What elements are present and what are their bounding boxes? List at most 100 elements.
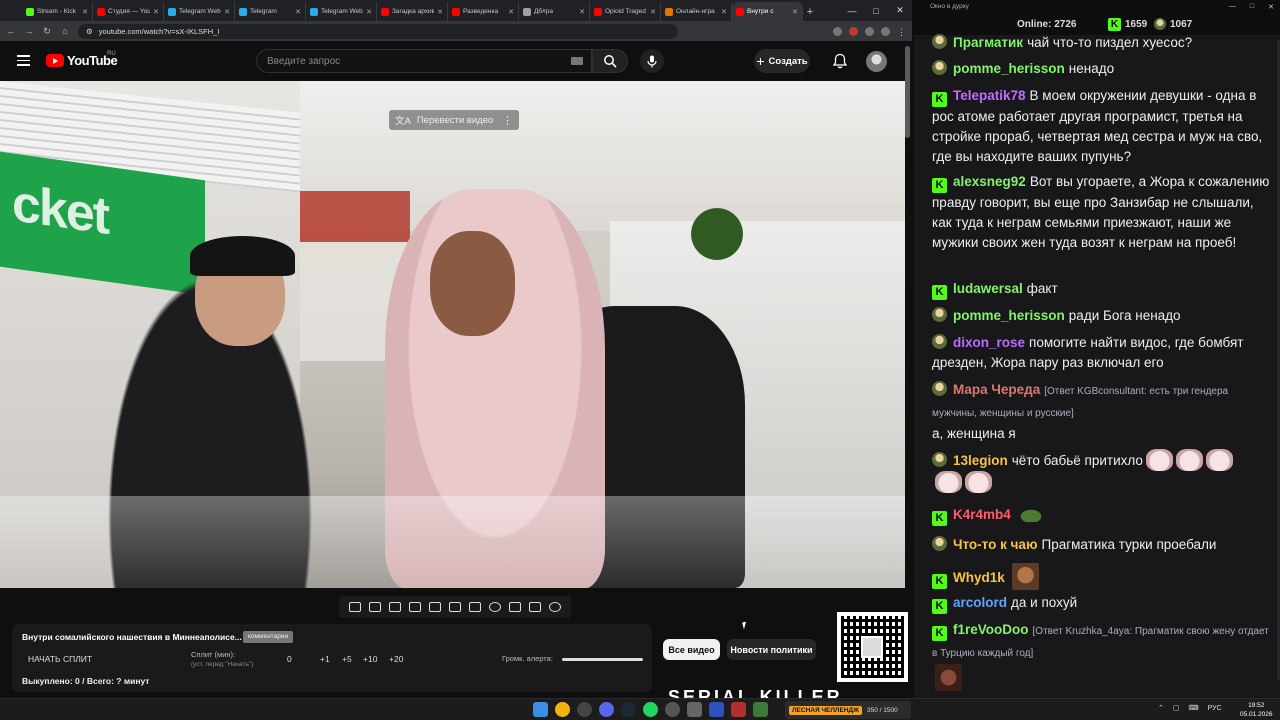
browser-tab[interactable]: Stream - Kick ✕: [22, 2, 93, 21]
steam-icon[interactable]: [621, 702, 636, 717]
video-player[interactable]: cket: [0, 81, 905, 588]
close-tab-icon[interactable]: ✕: [792, 8, 798, 16]
menu-icon[interactable]: [17, 55, 30, 66]
camera-icon[interactable]: [529, 602, 541, 612]
start-split-button[interactable]: НАЧАТЬ СПЛИТ: [28, 654, 92, 664]
film-icon[interactable]: [409, 602, 421, 612]
window-icon[interactable]: [449, 602, 461, 612]
add-1-button[interactable]: +1: [320, 654, 330, 664]
app-icon[interactable]: [753, 702, 768, 717]
forward-icon[interactable]: →: [24, 26, 34, 36]
chrome-icon[interactable]: [555, 702, 570, 717]
app-icon[interactable]: [709, 702, 724, 717]
chat-username[interactable]: Прагматик: [953, 35, 1023, 50]
keyboard-icon[interactable]: [571, 57, 583, 65]
add-20-button[interactable]: +20: [389, 654, 403, 664]
chat-username[interactable]: dixon_rose: [953, 335, 1025, 350]
browser-tab[interactable]: Telegram Web ✕: [306, 2, 377, 21]
pip-icon[interactable]: [429, 602, 441, 612]
chip-all-videos[interactable]: Все видео: [663, 639, 720, 660]
close-window-button[interactable]: ✕: [1268, 3, 1274, 11]
taskbar-stream-widget[interactable]: ЛЕСНАЯ ЧЕЛЛЕНДЖ 350 / 1500: [785, 701, 911, 719]
close-tab-icon[interactable]: ✕: [224, 8, 230, 16]
browser-tab[interactable]: Opioid Traged ✕: [590, 2, 661, 21]
chat-username[interactable]: Что-то к чаю: [953, 537, 1037, 552]
browser-tab[interactable]: Разведенка ✕: [448, 2, 519, 21]
browser-tab[interactable]: Внутри с ✕: [732, 2, 803, 21]
chat-username[interactable]: ludawersal: [953, 281, 1023, 296]
app-icon[interactable]: [687, 702, 702, 717]
url-bar[interactable]: ⚙ youtube.com/watch?v=sX-IKLSFH_I: [78, 23, 678, 39]
bell-icon[interactable]: [832, 53, 848, 69]
chat-username[interactable]: alexsneg92: [953, 174, 1026, 189]
broadcast-icon[interactable]: [369, 602, 381, 612]
chat-username[interactable]: K4r4mb4: [953, 507, 1011, 522]
chat-username[interactable]: 13legion: [953, 453, 1008, 468]
loop-icon[interactable]: [349, 602, 361, 612]
close-tab-icon[interactable]: ✕: [437, 8, 443, 16]
speed-icon[interactable]: [489, 602, 501, 612]
language-indicator[interactable]: РУС: [1208, 705, 1222, 712]
windows-start-icon[interactable]: [533, 702, 548, 717]
add-clip-icon[interactable]: [509, 602, 521, 612]
reload-icon[interactable]: ↻: [42, 26, 52, 37]
tray-icon[interactable]: ▢: [1173, 704, 1180, 712]
close-tab-icon[interactable]: ✕: [366, 8, 372, 16]
search-input[interactable]: Введите запрос: [256, 49, 592, 73]
browser-tab[interactable]: Студия — YouTube✕: [93, 2, 164, 21]
minimize-button[interactable]: —: [1229, 3, 1236, 11]
close-tab-icon[interactable]: ✕: [579, 8, 585, 16]
chevron-up-icon[interactable]: ⌃: [1158, 704, 1164, 712]
chat-username[interactable]: pomme_herisson: [953, 61, 1065, 76]
close-tab-icon[interactable]: ✕: [153, 8, 159, 16]
close-tab-icon[interactable]: ✕: [508, 8, 514, 16]
chat-username[interactable]: Мара Череда: [953, 382, 1040, 397]
puzzle-icon[interactable]: [865, 26, 874, 36]
chat-username[interactable]: arcolord: [953, 595, 1007, 610]
add-5-button[interactable]: +5: [342, 654, 352, 664]
clock[interactable]: 19:52 05.01.2026: [1240, 701, 1273, 719]
chat-username[interactable]: Whyd1k: [953, 570, 1005, 585]
chat-username[interactable]: f1reVooDoo: [953, 622, 1029, 637]
menu-icon[interactable]: ⋮: [897, 27, 906, 37]
avatar[interactable]: [866, 51, 887, 72]
recommendation-banner[interactable]: SERIAL KILLER: [668, 684, 904, 698]
page-scrollbar[interactable]: [905, 46, 910, 138]
more-options-icon[interactable]: ⋮: [502, 114, 513, 127]
browser-tab[interactable]: Загадка архива ✕: [377, 2, 448, 21]
maximize-button[interactable]: □: [864, 0, 888, 21]
app-icon[interactable]: [731, 702, 746, 717]
close-window-button[interactable]: ✕: [888, 0, 912, 21]
obs-icon[interactable]: [577, 702, 592, 717]
screenshot-icon[interactable]: [389, 602, 401, 612]
spotify-icon[interactable]: [643, 702, 658, 717]
browser-tab[interactable]: Telegram ✕: [235, 2, 306, 21]
discord-icon[interactable]: [599, 702, 614, 717]
add-10-button[interactable]: +10: [363, 654, 377, 664]
frames-icon[interactable]: [469, 602, 481, 612]
alert-volume-slider[interactable]: [562, 658, 643, 661]
translate-video-button[interactable]: 文A Перевести видео ⋮: [389, 110, 519, 130]
comments-tag[interactable]: комментарии: [243, 631, 294, 643]
maximize-button[interactable]: □: [1250, 3, 1254, 11]
new-tab-button[interactable]: +: [803, 2, 817, 21]
gear-icon[interactable]: [549, 602, 561, 612]
chat-username[interactable]: Telepatik78: [953, 88, 1026, 103]
app-icon[interactable]: [665, 702, 680, 717]
close-tab-icon[interactable]: ✕: [721, 8, 727, 16]
search-button[interactable]: [592, 49, 628, 73]
browser-tab[interactable]: Telegram Web ✕: [164, 2, 235, 21]
extension-icon[interactable]: [849, 26, 858, 36]
close-tab-icon[interactable]: ✕: [650, 8, 656, 16]
site-info-icon[interactable]: ⚙: [86, 27, 93, 36]
close-tab-icon[interactable]: ✕: [295, 8, 301, 16]
back-icon[interactable]: ←: [6, 26, 16, 36]
chip-policy-news[interactable]: Новости политики: [727, 639, 816, 660]
chat-username[interactable]: pomme_herisson: [953, 308, 1065, 323]
minimize-button[interactable]: —: [840, 0, 864, 21]
voice-search-button[interactable]: [640, 49, 664, 73]
home-icon[interactable]: ⌂: [60, 26, 70, 36]
create-button[interactable]: + Создать: [754, 49, 810, 73]
profile-icon[interactable]: [881, 26, 890, 36]
browser-tab[interactable]: Онлайн-игра ✕: [661, 2, 732, 21]
